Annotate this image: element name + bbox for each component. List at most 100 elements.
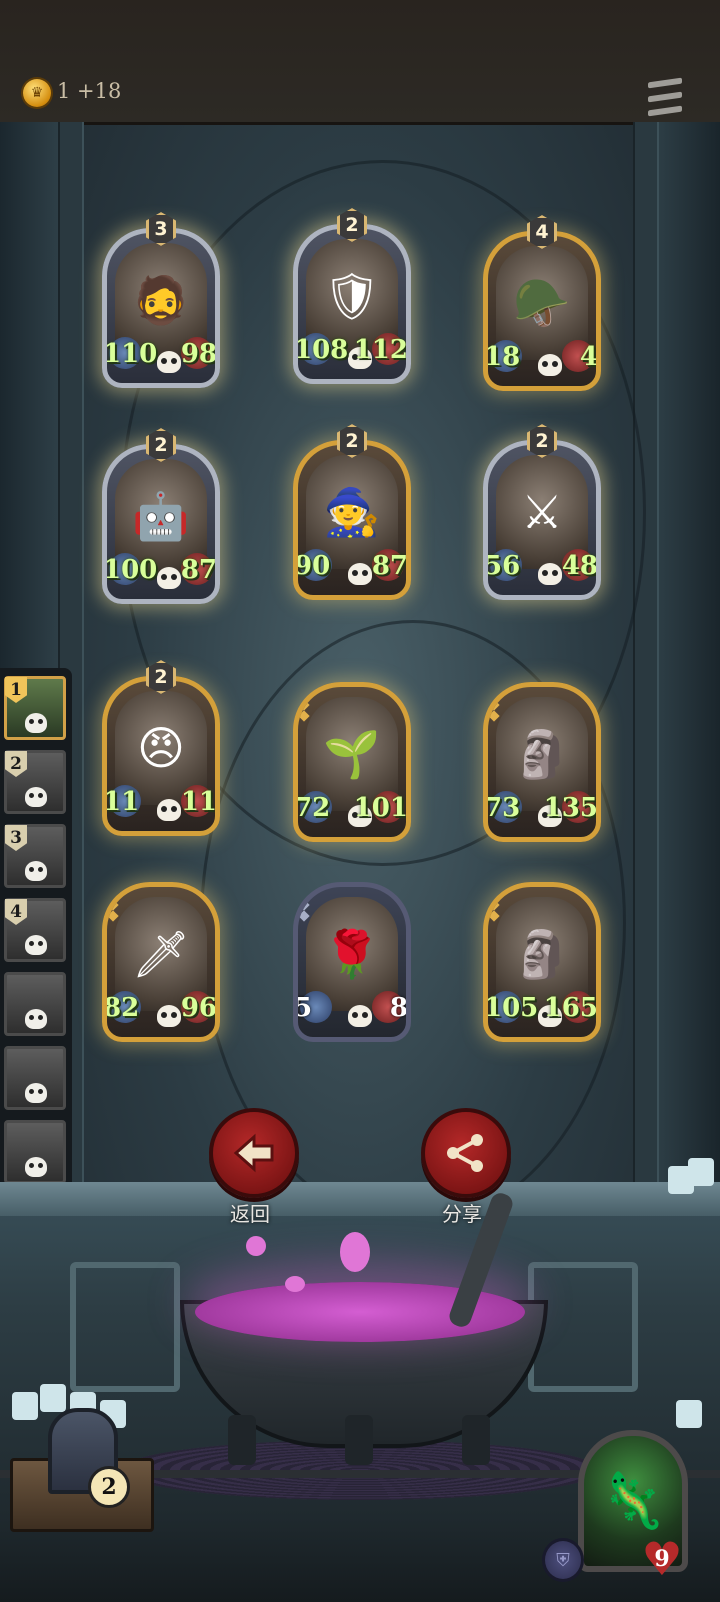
hero-health: 9: [641, 1540, 682, 1578]
card-health: 101: [353, 793, 408, 823]
tier-diamonds: [298, 699, 310, 722]
minion-card[interactable]: 🤖 100 87 2: [96, 428, 226, 608]
slot-rank: 1: [5, 677, 27, 703]
card-health: 96: [180, 993, 217, 1023]
candle: [676, 1400, 702, 1428]
card-health: 112: [353, 335, 408, 365]
minion-card[interactable]: 🗿 73 135: [477, 666, 607, 846]
coin-count: 1 +18: [57, 79, 122, 103]
card-frame: 🗡 82 96: [102, 882, 220, 1042]
card-frame: 🛡 108 112: [293, 224, 411, 384]
treasure-chest[interactable]: 2: [10, 1408, 154, 1532]
party-slot[interactable]: 1: [4, 676, 66, 740]
hero-health-value: 9: [654, 1546, 670, 1572]
tier-diamonds: [298, 899, 310, 922]
skull-icon: [25, 1009, 47, 1029]
stone-ledge: [0, 1182, 720, 1216]
share-label: 分享: [442, 1202, 482, 1226]
skull-icon: [25, 861, 47, 881]
minion-card[interactable]: 🌹 5 8: [287, 866, 417, 1046]
card-attack: 11: [103, 787, 140, 817]
minion-card[interactable]: 🧔 110 98 3: [96, 212, 226, 392]
card-attack: 72: [294, 793, 331, 823]
crown-coin-icon: ♛: [23, 79, 51, 107]
party-slot[interactable]: 4: [4, 898, 66, 962]
minion-card[interactable]: 🗿 105 165: [477, 866, 607, 1046]
party-slot[interactable]: [4, 1120, 66, 1184]
skull-icon: [25, 787, 47, 807]
tier-diamonds: [488, 899, 500, 922]
slot-rank: 3: [5, 825, 27, 851]
card-attack: 90: [294, 551, 331, 581]
hero-avatar: 🦎: [599, 1469, 667, 1532]
card-attack: 56: [484, 551, 521, 581]
bubble: [285, 1276, 305, 1292]
card-frame: 🪖 18 4: [483, 231, 601, 391]
minion-card[interactable]: ⚔ 56 48 2: [477, 424, 607, 604]
card-attack: 5: [294, 993, 313, 1023]
party-slot[interactable]: 2: [4, 750, 66, 814]
party-slot[interactable]: [4, 1046, 66, 1110]
skull-icon: [25, 935, 47, 955]
card-frame: 🌹 5 8: [293, 882, 411, 1042]
top-bar: ♛ 1 +18: [0, 0, 720, 125]
minion-card[interactable]: 🌱 72 101: [287, 666, 417, 846]
card-attack: 108: [294, 335, 349, 365]
skull-icon: [157, 351, 181, 373]
card-frame: ⚔ 56 48: [483, 440, 601, 600]
share-button[interactable]: [421, 1108, 511, 1198]
skull-icon: [157, 799, 181, 821]
right-pillar: [633, 122, 659, 1182]
card-health: 87: [180, 555, 217, 585]
right-wall: [655, 122, 720, 1182]
hamburger-menu-icon[interactable]: [648, 77, 682, 117]
skull-icon: [25, 1083, 47, 1103]
card-attack: 100: [103, 555, 158, 585]
tier-diamonds: [107, 899, 119, 922]
party-panel: 1 2 3 4: [0, 668, 72, 1270]
back-button[interactable]: [209, 1108, 299, 1198]
card-frame: 🗿 105 165: [483, 882, 601, 1042]
minion-card[interactable]: 🧙 90 87 2: [287, 424, 417, 604]
card-frame: 🌱 72 101: [293, 682, 411, 842]
minion-card[interactable]: 🪖 18 4 4: [477, 215, 607, 395]
card-attack: 105: [484, 993, 539, 1023]
bubble: [246, 1236, 266, 1256]
slot-rank: 2: [5, 751, 27, 777]
minion-card[interactable]: 😠 11 11 2: [96, 660, 226, 840]
party-slot[interactable]: 3: [4, 824, 66, 888]
card-attack: 82: [103, 993, 140, 1023]
card-attack: 110: [103, 339, 158, 369]
slot-rank: 4: [5, 899, 27, 925]
tier-diamonds: [488, 699, 500, 722]
back-arrow-icon: [233, 1133, 274, 1173]
minion-card[interactable]: 🗡 82 96: [96, 866, 226, 1046]
card-health: 135: [543, 793, 598, 823]
shield-icon: ⛨: [542, 1538, 584, 1582]
party-slot[interactable]: [4, 972, 66, 1036]
card-frame: 🧙 90 87: [293, 440, 411, 600]
skull-icon: [25, 1157, 47, 1177]
bubble: [340, 1232, 370, 1272]
card-attack: 73: [484, 793, 521, 823]
card-health: 48: [561, 551, 598, 581]
cauldron-leg: [228, 1415, 256, 1465]
card-frame: 🗿 73 135: [483, 682, 601, 842]
minion-card[interactable]: 🛡 108 112 2: [287, 208, 417, 388]
card-frame: 🤖 100 87: [102, 444, 220, 604]
card-frame: 🧔 110 98: [102, 228, 220, 388]
skull-icon: [348, 1005, 372, 1027]
card-attack: 18: [484, 342, 521, 372]
cauldron-leg: [345, 1415, 373, 1465]
skull-icon: [538, 563, 562, 585]
cauldron-leg: [462, 1415, 490, 1465]
chest-count: 2: [88, 1466, 130, 1508]
card-frame: 😠 11 11: [102, 676, 220, 836]
skull-icon: [25, 713, 47, 733]
card-health: 165: [543, 993, 598, 1023]
share-icon: [447, 1134, 483, 1172]
wall-panel: [70, 1262, 180, 1392]
skull-icon: [157, 1005, 181, 1027]
card-health: 98: [180, 339, 217, 369]
candle: [688, 1158, 714, 1186]
